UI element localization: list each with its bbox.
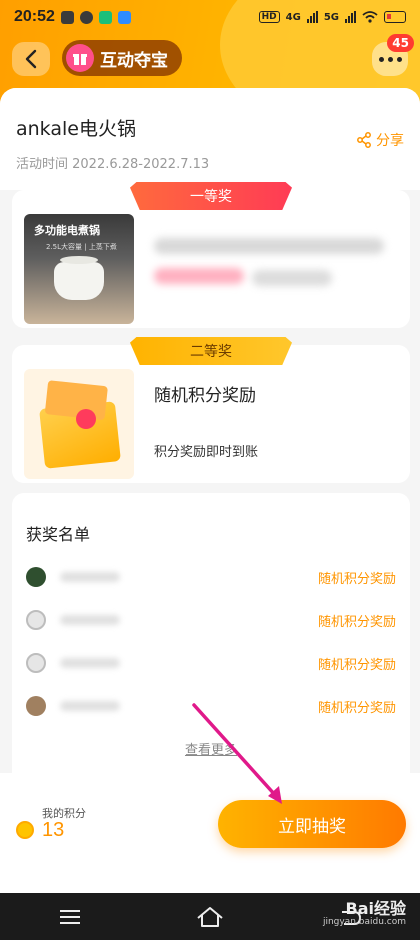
activity-card: ankale电火锅 活动时间 2022.6.28-2022.7.13 分享 bbox=[0, 88, 420, 190]
chevron-left-icon bbox=[25, 49, 37, 69]
watermark: Bai经验 jingyan.baidu.com bbox=[323, 900, 406, 927]
prize-card-first[interactable]: 一等奖 多功能电煮锅 2.5L大容量 | 上蒸下煮 bbox=[12, 182, 410, 328]
activity-title: ankale电火锅 bbox=[16, 118, 136, 140]
avatar bbox=[26, 567, 46, 587]
winner-name-blurred bbox=[60, 658, 120, 668]
prize-original-blurred bbox=[252, 270, 332, 286]
prize-tier-ribbon: 一等奖 bbox=[130, 182, 292, 210]
winner-row: 随机积分奖励 bbox=[26, 608, 396, 632]
watermark-url: jingyan.baidu.com bbox=[322, 916, 406, 927]
gift-icon bbox=[66, 44, 94, 72]
prize-price-blurred bbox=[154, 268, 244, 284]
battery-icon bbox=[384, 11, 406, 23]
signal-icon-2 bbox=[345, 11, 356, 23]
menu-button[interactable] bbox=[50, 902, 90, 932]
app-icon bbox=[98, 10, 112, 24]
status-time: 20:52 bbox=[14, 8, 55, 25]
status-right: HD 4G 5G bbox=[258, 11, 406, 23]
wifi-icon bbox=[362, 11, 378, 23]
bottom-action-bar: 我的积分 13 立即抽奖 bbox=[0, 773, 420, 893]
winner-list-title: 获奖名单 bbox=[26, 525, 91, 544]
home-button[interactable] bbox=[190, 902, 230, 932]
coin-icon bbox=[16, 821, 34, 839]
page-title-chip: 互动夺宝 bbox=[62, 40, 182, 76]
prize-tier-ribbon: 二等奖 bbox=[130, 337, 292, 365]
signal-icon bbox=[306, 11, 318, 23]
see-more-link[interactable]: 查看更多 bbox=[12, 739, 410, 758]
avatar bbox=[26, 696, 46, 716]
flower-decoration bbox=[76, 409, 96, 429]
hd-icon: HD bbox=[258, 11, 280, 23]
winner-row: 随机积分奖励 bbox=[26, 565, 396, 589]
winner-prize: 随机积分奖励 bbox=[317, 657, 396, 673]
more-dot-icon bbox=[387, 56, 393, 62]
network-5g: 5G bbox=[323, 11, 339, 23]
page-title: 互动夺宝 bbox=[100, 50, 168, 71]
share-icon bbox=[357, 132, 371, 148]
activity-date: 活动时间 2022.6.28-2022.7.13 bbox=[16, 157, 210, 172]
notification-icon bbox=[60, 10, 74, 24]
share-button[interactable]: 分享 bbox=[356, 130, 404, 150]
winner-name-blurred bbox=[60, 701, 120, 711]
watermark-text: Bai经验 bbox=[345, 899, 406, 918]
winner-prize: 随机积分奖励 bbox=[317, 614, 396, 630]
winner-row: 随机积分奖励 bbox=[26, 694, 396, 718]
draw-now-button[interactable]: 立即抽奖 bbox=[218, 800, 406, 848]
winner-prize: 随机积分奖励 bbox=[317, 571, 396, 587]
prize-name: 随机积分奖励 bbox=[154, 386, 256, 406]
main-content: ankale电火锅 活动时间 2022.6.28-2022.7.13 分享 一等… bbox=[0, 88, 420, 773]
prize-image-subtitle: 2.5L大容量 | 上蒸下煮 bbox=[46, 243, 117, 251]
notification-badge: 45 bbox=[387, 34, 414, 52]
prize-description: 积分奖励即时到账 bbox=[154, 445, 259, 460]
winner-list-card: 获奖名单 随机积分奖励 随机积分奖励 随机积分奖励 随机积分奖励 查看更多 bbox=[12, 493, 410, 773]
winner-row: 随机积分奖励 bbox=[26, 651, 396, 675]
send-icon bbox=[117, 10, 131, 24]
winner-name-blurred bbox=[60, 572, 120, 582]
menu-icon bbox=[60, 909, 80, 924]
share-label: 分享 bbox=[376, 133, 404, 149]
prize-card-second[interactable]: 二等奖 随机积分奖励 积分奖励即时到账 bbox=[12, 337, 410, 483]
back-button[interactable] bbox=[12, 42, 50, 76]
network-4g: 4G bbox=[285, 11, 301, 23]
points-gift-image bbox=[24, 369, 134, 479]
avatar bbox=[26, 653, 46, 673]
avatar bbox=[26, 610, 46, 630]
more-dot-icon bbox=[378, 56, 384, 62]
prize-name-blurred bbox=[154, 238, 384, 254]
points-value: 13 bbox=[42, 819, 65, 841]
more-dot-icon bbox=[396, 56, 402, 62]
home-icon bbox=[197, 906, 223, 927]
status-bar: 20:52 HD 4G 5G bbox=[0, 0, 420, 34]
chat-icon bbox=[79, 10, 93, 24]
winner-prize: 随机积分奖励 bbox=[317, 700, 396, 716]
prize-image-title: 多功能电煮锅 bbox=[34, 224, 100, 237]
winner-name-blurred bbox=[60, 615, 120, 625]
prize-image: 多功能电煮锅 2.5L大容量 | 上蒸下煮 bbox=[24, 214, 134, 324]
cooker-illustration bbox=[54, 256, 104, 300]
